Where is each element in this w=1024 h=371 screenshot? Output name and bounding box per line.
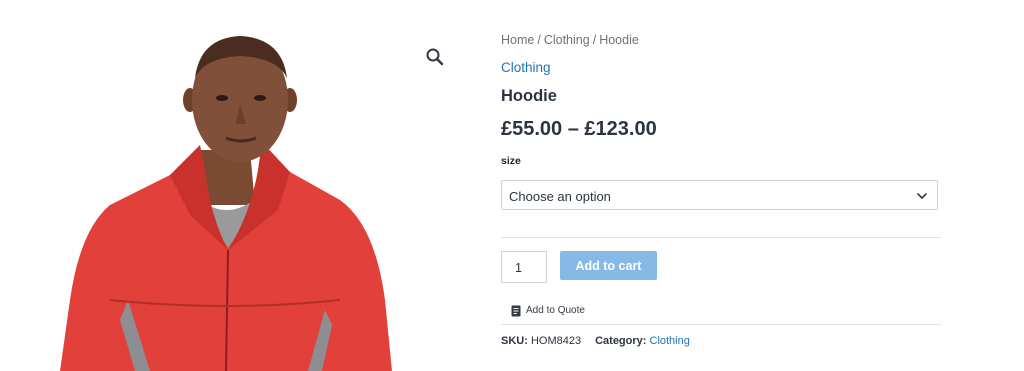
price-range: £55.00 – £123.00 (501, 118, 657, 140)
chevron-down-icon (917, 193, 927, 199)
size-label: size (501, 155, 521, 167)
product-category-link[interactable]: Clothing (501, 60, 551, 75)
divider (501, 324, 941, 325)
add-to-cart-button[interactable]: Add to cart (560, 251, 657, 280)
divider (501, 237, 941, 238)
add-to-quote-button[interactable]: Add to Quote (511, 302, 585, 317)
model-photo (60, 36, 392, 371)
breadcrumb-separator: / (537, 33, 541, 47)
sku-value: HOM8423 (530, 335, 582, 347)
breadcrumb: Home / Clothing / Hoodie (501, 33, 639, 47)
category-link[interactable]: Clothing (650, 335, 690, 347)
quantity-input[interactable]: 1 (501, 251, 547, 283)
quantity-value: 1 (515, 261, 522, 275)
document-icon (511, 305, 521, 317)
category-label: Category: (595, 335, 647, 347)
product-page: Home / Clothing / Hoodie Clothing Hoodie £55… (0, 0, 1024, 371)
breadcrumb-current: Hoodie (599, 33, 639, 47)
breadcrumb-separator: / (592, 33, 597, 47)
size-select-value: Choose an option (509, 189, 611, 204)
breadcrumb-clothing[interactable]: Clothing (544, 33, 590, 47)
add-to-quote-label: Add to Quote (526, 305, 585, 317)
size-select[interactable]: Choose an option (501, 180, 938, 210)
product-meta: SKU: HOM8423 Category: Clothing (501, 335, 690, 347)
product-title: Hoodie (501, 87, 557, 105)
magnifier-icon (426, 48, 444, 66)
sku-label: SKU: (501, 335, 528, 347)
zoom-button[interactable] (424, 46, 446, 68)
breadcrumb-home[interactable]: Home (501, 33, 534, 47)
product-image[interactable] (40, 0, 460, 371)
